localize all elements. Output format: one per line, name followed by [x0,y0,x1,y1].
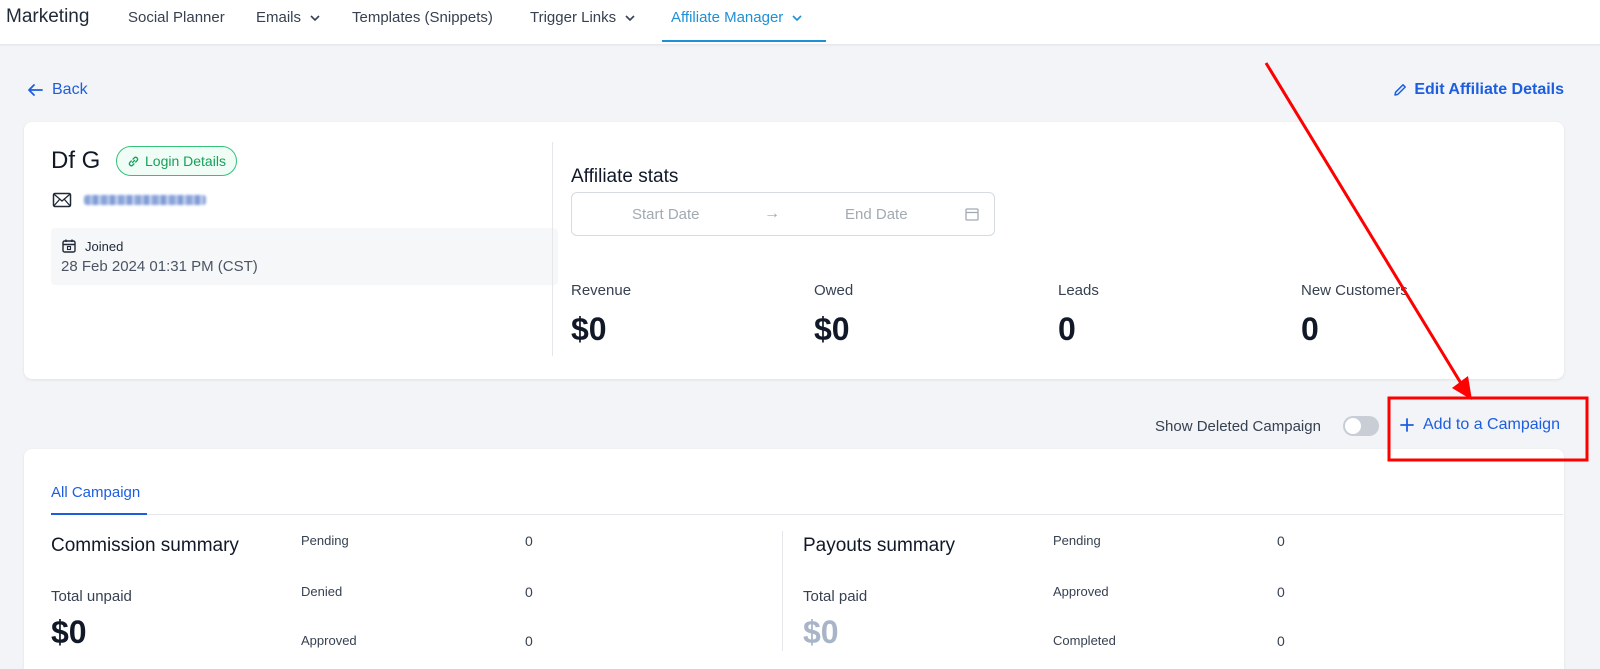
edit-label: Edit Affiliate Details [1414,81,1564,98]
annotation-arrow-head [1452,376,1472,400]
payouts-pending-value: 0 [1277,533,1285,549]
commission-approved-label: Approved [301,633,357,648]
stat-label: New Customers [1301,282,1408,299]
nav-social-planner[interactable]: Social Planner [128,9,225,26]
chevron-down-icon [625,14,635,21]
commission-approved-value: 0 [525,633,533,649]
stat-revenue: Revenue $0 [571,282,631,348]
stat-value: 0 [1058,311,1076,347]
end-date-input[interactable]: End Date [845,206,908,223]
divider [782,531,783,651]
stat-leads: Leads 0 [1058,282,1099,348]
edit-affiliate-button[interactable]: Edit Affiliate Details [1392,81,1564,99]
login-details-label: Login Details [145,153,226,169]
commission-denied-label: Denied [301,584,343,599]
toggle-knob [1345,418,1361,434]
nav-label: Trigger Links [530,9,617,26]
stats-title: Affiliate stats [571,166,679,187]
add-to-campaign-button[interactable]: Add to a Campaign [1399,416,1560,434]
back-label: Back [52,81,88,98]
nav-affiliate-manager[interactable]: Affiliate Manager [671,9,803,26]
date-range-picker[interactable]: Start Date → End Date [571,192,995,236]
stat-new-customers: New Customers 0 [1301,282,1408,348]
stat-label: Owed [814,282,854,299]
joined-date: 28 Feb 2024 01:31 PM (CST) [61,258,258,275]
chevron-down-icon [310,14,320,21]
calendar-icon [62,239,76,253]
link-icon [128,156,139,166]
tab-all-campaign[interactable]: All Campaign [51,484,140,501]
pencil-icon [1394,84,1407,96]
stat-label: Revenue [571,282,632,299]
commission-denied-value: 0 [525,584,533,600]
active-tab-indicator [662,40,826,42]
commission-pending-value: 0 [525,533,533,549]
divider [552,142,553,356]
back-button[interactable]: Back [26,81,88,99]
stat-label: Leads [1058,282,1099,299]
app-title: Marketing [6,6,90,27]
arrow-right-icon: → [764,205,780,222]
stat-value: 0 [1301,311,1319,347]
joined-box: Joined 28 Feb 2024 01:31 PM (CST) [51,228,558,285]
tab-active-indicator [51,513,147,515]
total-unpaid-label: Total unpaid [51,588,132,605]
commission-summary-title: Commission summary [51,535,239,556]
plus-icon [1400,418,1414,432]
total-unpaid-value: $0 [51,614,87,650]
arrow-left-icon [28,84,43,96]
payouts-completed-value: 0 [1277,633,1285,649]
chevron-down-icon [792,14,802,21]
nav-label: Social Planner [128,9,225,26]
email-redacted [84,195,206,205]
show-deleted-toggle[interactable] [1343,416,1379,436]
start-date-input[interactable]: Start Date [632,206,700,223]
payouts-pending-label: Pending [1053,533,1101,548]
stat-value: $0 [571,311,607,347]
joined-label: Joined [85,238,124,254]
show-deleted-label: Show Deleted Campaign [1155,418,1321,435]
payouts-approved-value: 0 [1277,584,1285,600]
login-details-badge[interactable]: Login Details [116,146,237,176]
nav-trigger-links[interactable]: Trigger Links [530,9,636,26]
nav-label: Templates (Snippets) [352,9,493,26]
nav-emails[interactable]: Emails [256,9,321,26]
total-paid-label: Total paid [803,588,868,605]
top-nav: Marketing Social Planner Emails Template… [0,0,1600,45]
nav-templates[interactable]: Templates (Snippets) [352,9,493,26]
calendar-icon [965,208,979,221]
total-paid-value: $0 [803,614,839,650]
commission-pending-label: Pending [301,533,349,548]
stat-value: $0 [814,311,850,347]
joined-label-row: Joined [61,238,123,254]
affiliate-name: Df G [51,147,101,174]
tab-bar-line [51,514,1563,515]
payouts-completed-label: Completed [1053,633,1116,648]
email-row [52,192,206,208]
campaign-card: All Campaign Commission summary Total un… [24,449,1564,669]
payouts-summary-title: Payouts summary [803,535,956,556]
affiliate-overview-card: Df G Login Details Joined 28 Feb 2024 01… [24,122,1564,379]
nav-label: Emails [256,9,302,26]
stat-owed: Owed $0 [814,282,853,348]
payouts-approved-label: Approved [1053,584,1109,599]
nav-label: Affiliate Manager [671,9,784,26]
mail-icon [52,192,72,208]
add-to-campaign-label: Add to a Campaign [1423,416,1560,433]
